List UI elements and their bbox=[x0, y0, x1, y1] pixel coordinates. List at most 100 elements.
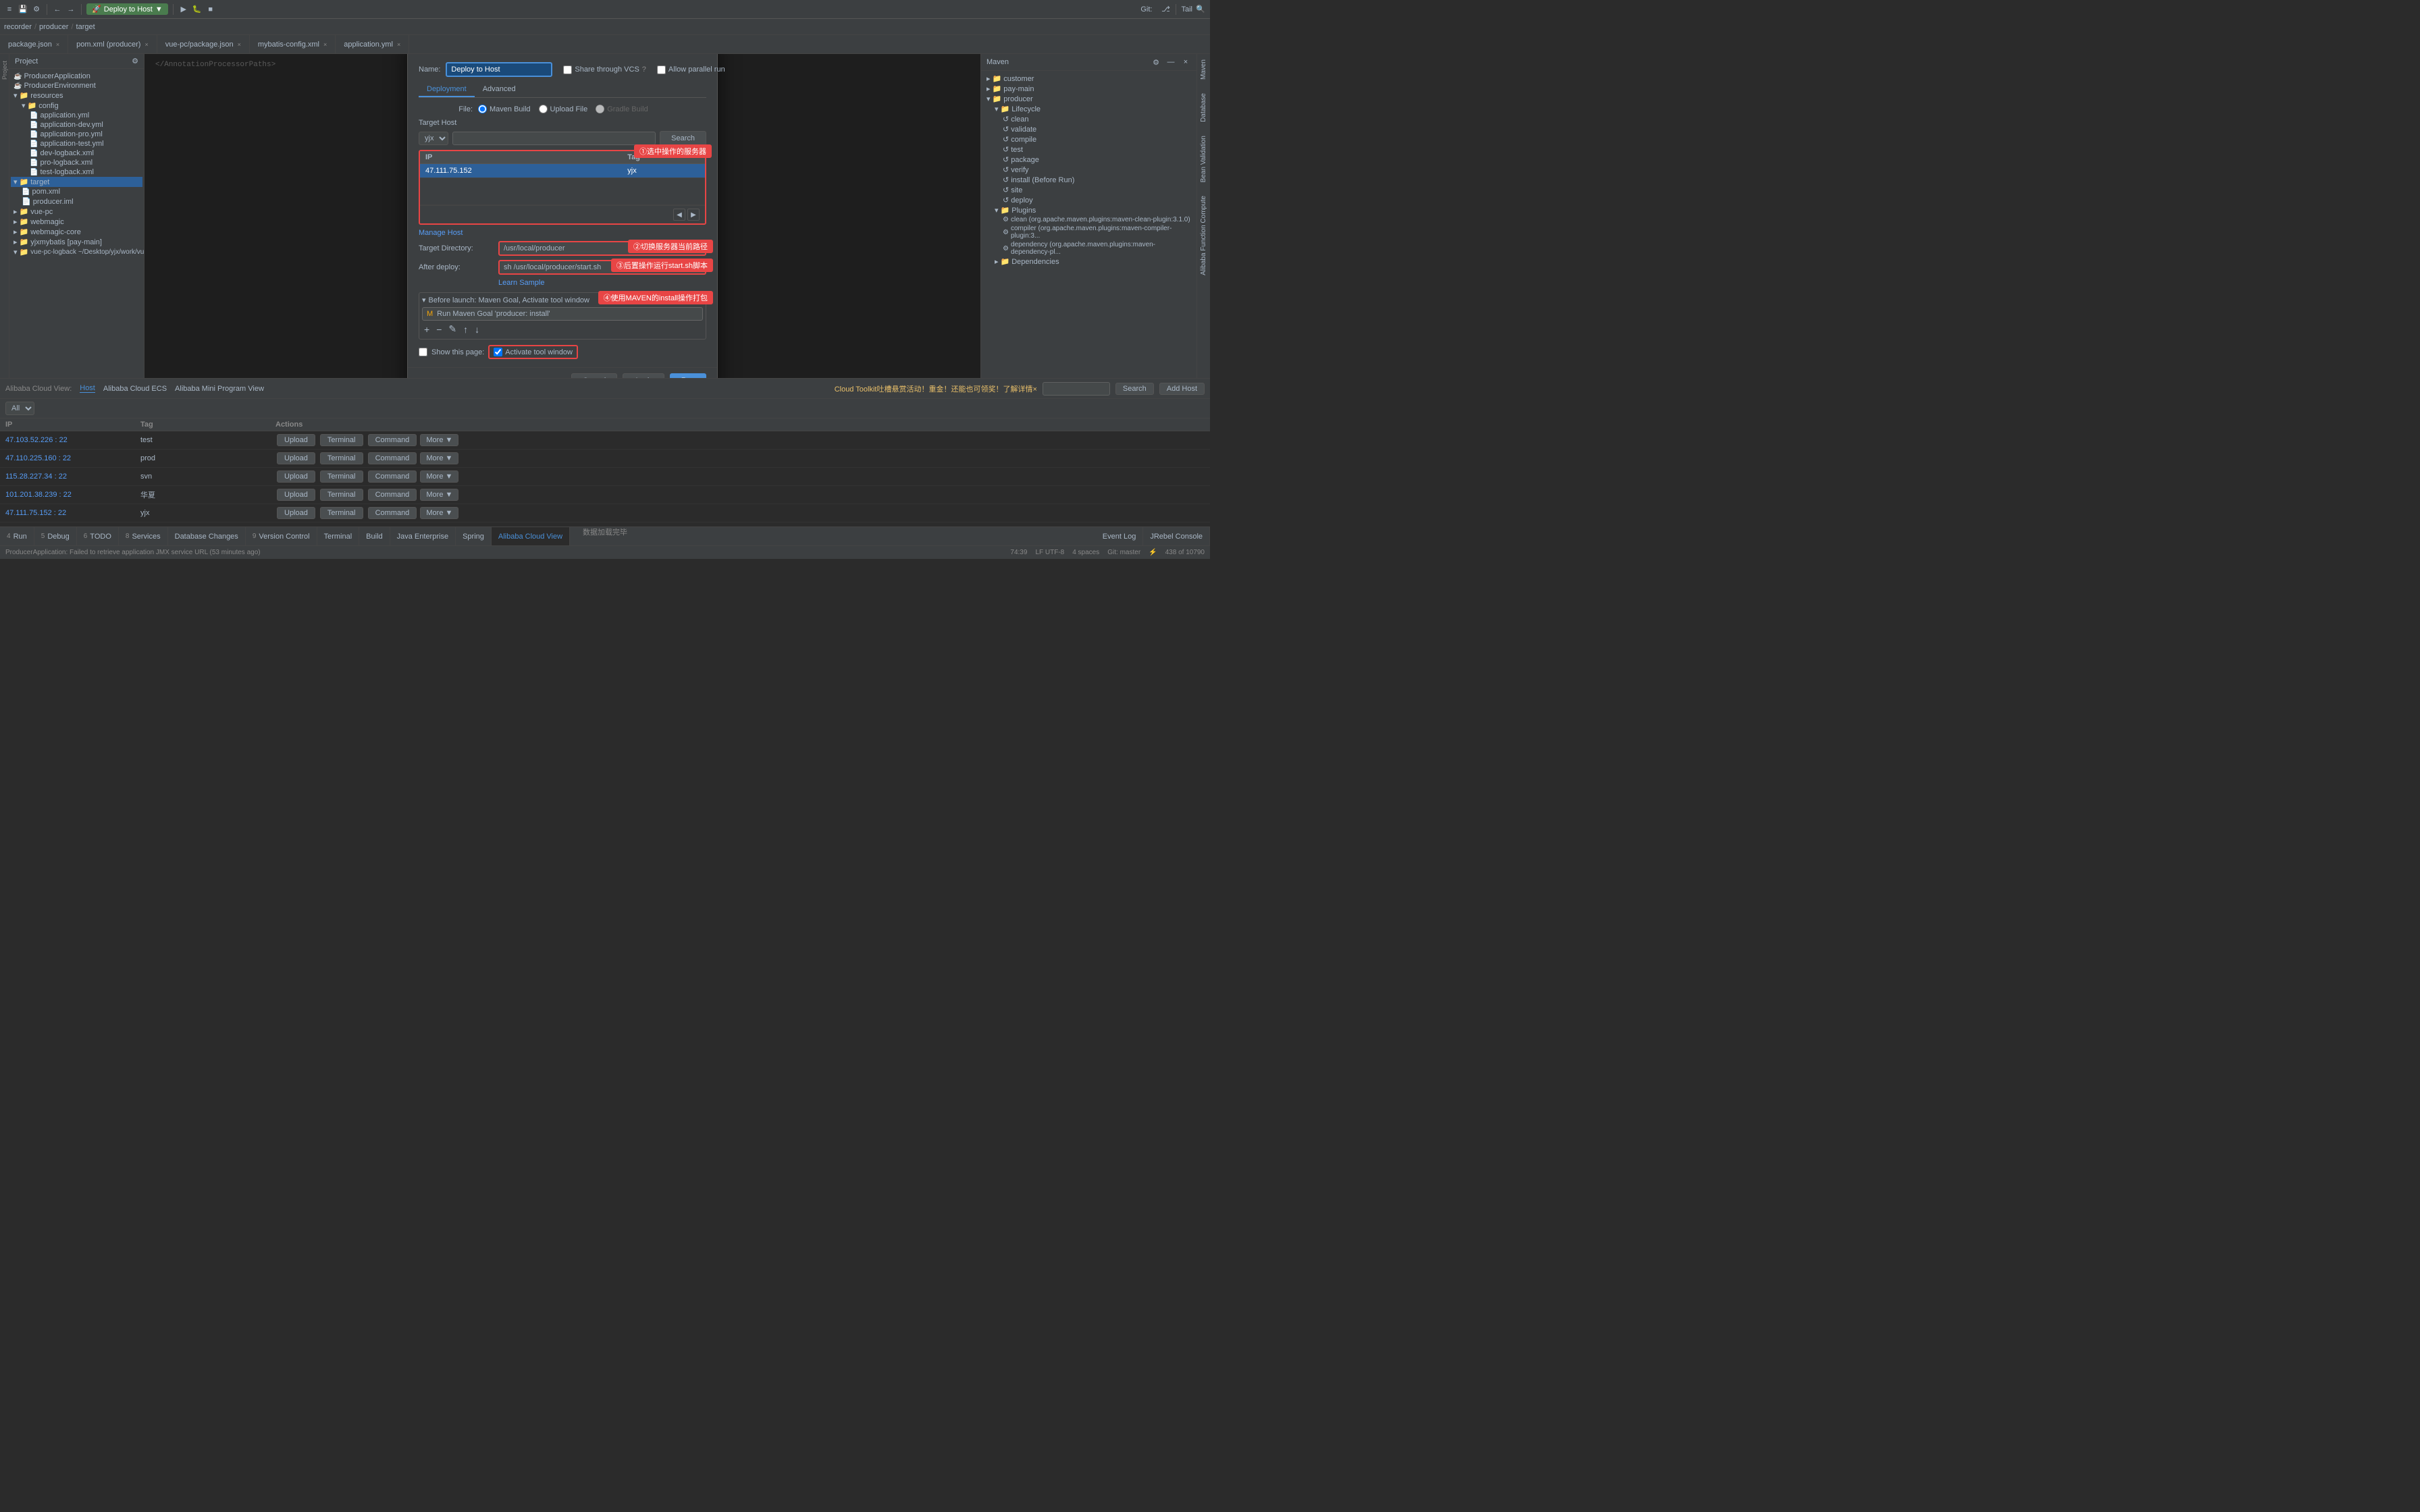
more-btn-1[interactable]: More ▼ bbox=[420, 452, 458, 464]
bottom-tab-build[interactable]: Build bbox=[359, 527, 390, 545]
debug-icon[interactable]: 🐛 bbox=[192, 4, 203, 15]
tab-close-0[interactable]: × bbox=[56, 41, 59, 48]
share-vcs-checkbox[interactable] bbox=[563, 65, 572, 74]
tab-deployment[interactable]: Deployment bbox=[419, 82, 475, 97]
run-button[interactable]: Run bbox=[670, 373, 706, 378]
allow-parallel-checkbox[interactable] bbox=[657, 65, 666, 74]
cloud-search-input[interactable] bbox=[1043, 382, 1110, 396]
forward-icon[interactable]: → bbox=[65, 4, 76, 15]
vert-tab-alibaba[interactable]: Alibaba Function Compute bbox=[1200, 196, 1207, 275]
tab-package-json[interactable]: package.json × bbox=[0, 35, 68, 53]
more-btn-3[interactable]: More ▼ bbox=[420, 489, 458, 501]
maven-item-plugin-dependency[interactable]: ⚙ dependency (org.apache.maven.plugins:m… bbox=[984, 240, 1194, 256]
tree-item-config[interactable]: ▾ 📁 config bbox=[11, 101, 142, 111]
host-ip-link-1[interactable]: 47.110.225.160 : 22 bbox=[5, 454, 71, 462]
save-icon[interactable]: 💾 bbox=[18, 4, 28, 15]
maven-item-customer[interactable]: ▸ 📁 customer bbox=[984, 74, 1194, 84]
bottom-tab-vcs[interactable]: 9 Version Control bbox=[246, 527, 317, 545]
upload-btn-2[interactable]: Upload bbox=[277, 470, 315, 483]
tab-close-3[interactable]: × bbox=[323, 41, 327, 48]
tree-item-resources[interactable]: ▾ 📁 resources bbox=[11, 90, 142, 101]
tree-item-producer-iml[interactable]: 📄 producer.iml bbox=[11, 196, 142, 207]
tab-close-1[interactable]: × bbox=[144, 41, 148, 48]
upload-file-option[interactable]: Upload File bbox=[539, 105, 588, 113]
breadcrumb-producer[interactable]: producer bbox=[39, 23, 68, 31]
project-settings-icon[interactable]: ⚙ bbox=[132, 57, 138, 65]
run-icon[interactable]: ▶ bbox=[178, 4, 189, 15]
tab-close-2[interactable]: × bbox=[238, 41, 241, 48]
bottom-tab-db-changes[interactable]: Database Changes bbox=[168, 527, 246, 545]
down-launch-button[interactable]: ↓ bbox=[473, 323, 481, 335]
gradle-build-option[interactable]: Gradle Build bbox=[596, 105, 648, 113]
breadcrumb-recorder[interactable]: recorder bbox=[4, 23, 32, 31]
tree-item-pom-xml[interactable]: 📄 pom.xml bbox=[11, 187, 142, 196]
add-launch-button[interactable]: + bbox=[422, 323, 431, 335]
maven-item-verify[interactable]: ↺ verify bbox=[984, 165, 1194, 175]
terminal-btn-3[interactable]: Terminal bbox=[320, 489, 363, 501]
search-icon[interactable]: 🔍 bbox=[1195, 4, 1206, 15]
status-encoding[interactable]: LF UTF-8 bbox=[1035, 549, 1064, 556]
maven-item-dependencies[interactable]: ▸ 📁 Dependencies bbox=[984, 256, 1194, 267]
maven-item-site[interactable]: ↺ site bbox=[984, 185, 1194, 195]
bottom-tab-debug[interactable]: 5 Debug bbox=[34, 527, 77, 545]
prev-page-button[interactable]: ◀ bbox=[673, 209, 685, 221]
activate-window-checkbox[interactable] bbox=[494, 348, 502, 356]
maven-item-lifecycle[interactable]: ▾ 📁 Lifecycle bbox=[984, 104, 1194, 114]
terminal-btn-0[interactable]: Terminal bbox=[320, 434, 363, 446]
tab-mybatis-config[interactable]: mybatis-config.xml × bbox=[250, 35, 336, 53]
tree-item-pro-logback[interactable]: 📄 pro-logback.xml bbox=[11, 158, 142, 167]
host-row-0[interactable]: 47.111.75.152 yjx bbox=[420, 164, 705, 178]
status-warnings[interactable]: ⚡ bbox=[1149, 549, 1157, 556]
maven-build-option[interactable]: Maven Build bbox=[478, 105, 531, 113]
jrebel-console-tab[interactable]: JRebel Console bbox=[1143, 527, 1210, 545]
upload-btn-3[interactable]: Upload bbox=[277, 489, 315, 501]
tree-item-app-dev-yml[interactable]: 📄 application-dev.yml bbox=[11, 120, 142, 130]
show-page-checkbox[interactable] bbox=[419, 348, 427, 356]
upload-btn-0[interactable]: Upload bbox=[277, 434, 315, 446]
event-log-tab[interactable]: Event Log bbox=[1096, 527, 1144, 545]
host-ip-link-2[interactable]: 115.28.227.34 : 22 bbox=[5, 473, 67, 481]
maven-item-deploy[interactable]: ↺ deploy bbox=[984, 195, 1194, 205]
maven-item-plugin-clean[interactable]: ⚙ clean (org.apache.maven.plugins:maven-… bbox=[984, 215, 1194, 224]
more-btn-2[interactable]: More ▼ bbox=[420, 470, 458, 483]
bottom-tab-alibaba-cloud[interactable]: Alibaba Cloud View bbox=[492, 527, 570, 545]
host-ip-link-4[interactable]: 47.111.75.152 : 22 bbox=[5, 509, 66, 517]
bottom-tab-host[interactable]: Host bbox=[80, 384, 95, 393]
tree-item-yjxmybatis[interactable]: ▸ 📁 yjxmybatis [pay-main] bbox=[11, 237, 142, 247]
tree-item-app-test-yml[interactable]: 📄 application-test.yml bbox=[11, 139, 142, 148]
command-btn-2[interactable]: Command bbox=[368, 470, 417, 483]
settings-icon[interactable]: ⚙ bbox=[31, 4, 42, 15]
add-host-button[interactable]: Add Host bbox=[1159, 383, 1205, 395]
tree-item-app-pro-yml[interactable]: 📄 application-pro.yml bbox=[11, 130, 142, 139]
tab-pom-xml[interactable]: pom.xml (producer) × bbox=[68, 35, 157, 53]
tab-close-4[interactable]: × bbox=[397, 41, 400, 48]
tree-item-webmagic-core[interactable]: ▸ 📁 webmagic-core bbox=[11, 227, 142, 237]
project-sidebar-label[interactable]: Project bbox=[1, 61, 8, 80]
bottom-tab-services[interactable]: 8 Services bbox=[119, 527, 168, 545]
before-launch-item[interactable]: M Run Maven Goal 'producer: install' bbox=[422, 307, 703, 321]
tab-advanced[interactable]: Advanced bbox=[475, 82, 524, 97]
upload-btn-4[interactable]: Upload bbox=[277, 507, 315, 519]
maven-item-producer[interactable]: ▾ 📁 producer bbox=[984, 94, 1194, 104]
maven-item-plugins[interactable]: ▾ 📁 Plugins bbox=[984, 205, 1194, 215]
more-btn-4[interactable]: More ▼ bbox=[420, 507, 458, 519]
tree-item-producer-app[interactable]: ☕ ProducerApplication bbox=[11, 72, 142, 81]
cancel-button[interactable]: Cancel bbox=[571, 373, 617, 378]
maven-minimize-icon[interactable]: × bbox=[1180, 57, 1191, 68]
bottom-tab-todo[interactable]: 6 TODO bbox=[77, 527, 119, 545]
maven-item-test[interactable]: ↺ test bbox=[984, 144, 1194, 155]
maven-item-install[interactable]: ↺ install (Before Run) bbox=[984, 175, 1194, 185]
remove-launch-button[interactable]: − bbox=[434, 323, 444, 335]
apply-button[interactable]: Apply bbox=[623, 373, 664, 378]
menu-icon[interactable]: ≡ bbox=[4, 4, 15, 15]
maven-item-pay-main[interactable]: ▸ 📁 pay-main bbox=[984, 84, 1194, 94]
terminal-btn-4[interactable]: Terminal bbox=[320, 507, 363, 519]
help-icon[interactable]: ? bbox=[642, 65, 646, 74]
host-ip-link-3[interactable]: 101.201.38.239 : 22 bbox=[5, 491, 72, 499]
tree-item-webmagic[interactable]: ▸ 📁 webmagic bbox=[11, 217, 142, 227]
maven-item-clean[interactable]: ↺ clean bbox=[984, 114, 1194, 124]
maven-item-validate[interactable]: ↺ validate bbox=[984, 124, 1194, 134]
deploy-button[interactable]: 🚀 Deploy to Host ▼ bbox=[86, 3, 168, 15]
up-launch-button[interactable]: ↑ bbox=[461, 323, 470, 335]
vert-tab-database[interactable]: Database bbox=[1200, 93, 1207, 122]
